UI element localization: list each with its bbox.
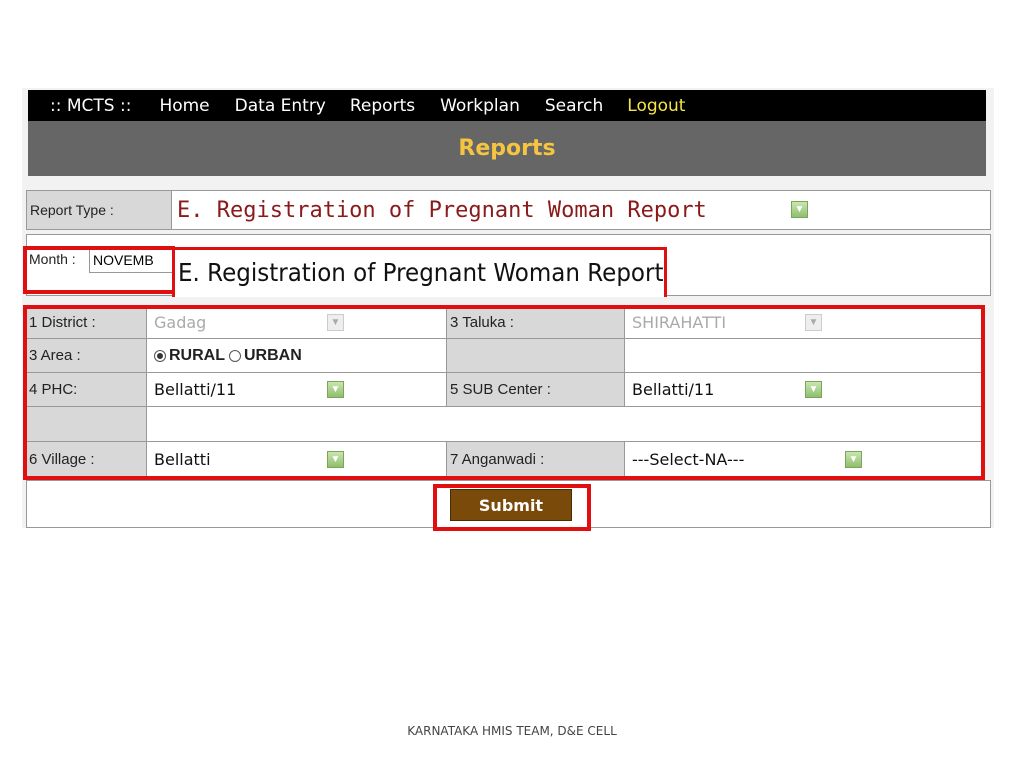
submit-highlight-box xyxy=(433,484,591,531)
report-type-row: Report Type : E. Registration of Pregnan… xyxy=(26,190,991,230)
report-type-label: Report Type : xyxy=(27,191,172,229)
footer-text: KARNATAKA HMIS TEAM, D&E CELL xyxy=(407,724,617,738)
overlay-report-title: E. Registration of Pregnant Woman Report xyxy=(178,258,664,287)
page-title-bar: Reports xyxy=(28,121,986,176)
chevron-down-icon: ▼ xyxy=(791,201,808,218)
nav-data-entry[interactable]: Data Entry xyxy=(235,96,326,116)
nav-home[interactable]: Home xyxy=(159,96,209,116)
nav-search[interactable]: Search xyxy=(545,96,603,116)
top-navbar: :: MCTS :: Home Data Entry Reports Workp… xyxy=(28,90,986,121)
report-type-select[interactable]: E. Registration of Pregnant Woman Report… xyxy=(177,191,817,229)
nav-logout[interactable]: Logout xyxy=(627,96,685,116)
nav-reports[interactable]: Reports xyxy=(350,96,415,116)
report-type-value: E. Registration of Pregnant Woman Report xyxy=(177,198,707,223)
location-highlight-box xyxy=(23,305,985,480)
nav-workplan[interactable]: Workplan xyxy=(440,96,520,116)
month-highlight-box xyxy=(23,246,175,294)
report-title-overlay: E. Registration of Pregnant Woman Report xyxy=(172,247,667,297)
page-title: Reports xyxy=(458,136,556,161)
brand: :: MCTS :: xyxy=(50,95,132,116)
